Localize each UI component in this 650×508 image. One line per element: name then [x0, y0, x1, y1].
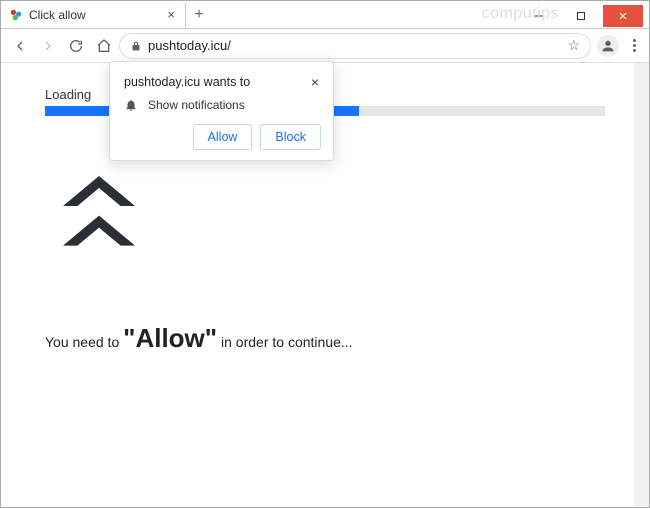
browser-tab[interactable]: Click allow ×: [1, 1, 186, 29]
msg-allow: Allow: [135, 323, 204, 353]
window-drag-area: [212, 1, 649, 29]
lock-icon: [130, 40, 142, 52]
window-close-button[interactable]: [603, 5, 643, 27]
msg-suffix: in order to continue...: [217, 334, 352, 350]
window-minimize-button[interactable]: [519, 5, 559, 27]
msg-quote-close: ": [205, 323, 217, 353]
home-button[interactable]: [91, 33, 117, 59]
forward-button[interactable]: [35, 33, 61, 59]
chevron-up-graphic: [39, 152, 605, 277]
browser-menu-button[interactable]: [625, 39, 643, 52]
notification-permission-popover: pushtoday.icu wants to × Show notificati…: [109, 61, 334, 161]
popover-close-icon[interactable]: ×: [309, 74, 321, 90]
popover-permission-label: Show notifications: [148, 98, 245, 112]
browser-toolbar: pushtoday.icu/ ☆: [1, 29, 649, 63]
new-tab-button[interactable]: +: [186, 1, 212, 29]
instruction-message: You need to "Allow" in order to continue…: [45, 323, 605, 354]
titlebar: Click allow × +: [1, 1, 649, 29]
tab-close-icon[interactable]: ×: [165, 7, 177, 22]
msg-prefix: You need to: [45, 334, 123, 350]
block-button[interactable]: Block: [260, 124, 321, 150]
user-icon: [600, 38, 616, 54]
window-maximize-button[interactable]: [561, 5, 601, 27]
tab-title: Click allow: [29, 8, 159, 22]
bookmark-star-icon[interactable]: ☆: [567, 37, 580, 54]
popover-origin: pushtoday.icu wants to: [124, 75, 250, 89]
back-button[interactable]: [7, 33, 33, 59]
allow-button[interactable]: Allow: [193, 124, 253, 150]
bell-icon: [124, 98, 138, 112]
profile-avatar-button[interactable]: [597, 35, 619, 57]
url-text: pushtoday.icu/: [148, 38, 561, 53]
address-bar[interactable]: pushtoday.icu/ ☆: [119, 33, 591, 59]
msg-quote-open: ": [123, 323, 135, 353]
tab-favicon-icon: [9, 8, 23, 22]
reload-button[interactable]: [63, 33, 89, 59]
